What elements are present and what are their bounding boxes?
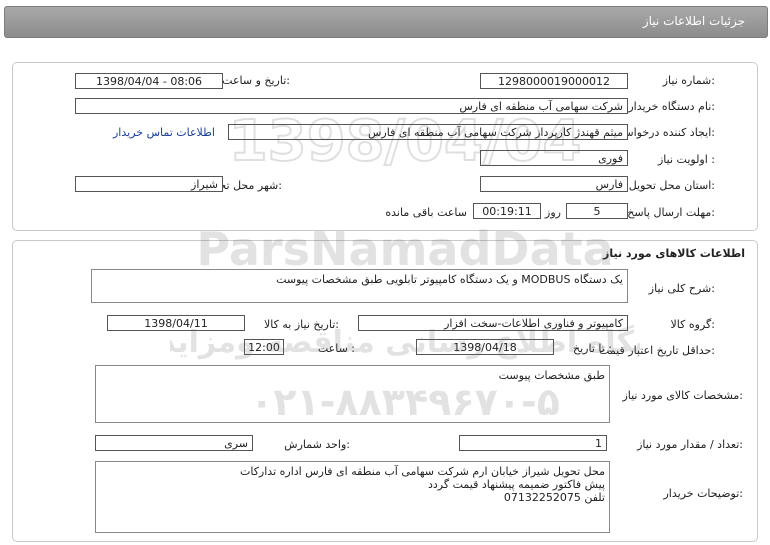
validity-label: حداقل تاریخ اعتبار قیمت: xyxy=(599,344,715,357)
province-field[interactable]: فارس xyxy=(480,176,628,192)
qty-label: تعداد / مقدار مورد نیاز: xyxy=(637,438,743,451)
need-date-field[interactable]: 1398/04/11 xyxy=(107,315,245,331)
group-field[interactable]: کامپیوتر و فناوری اطلاعات-سخت افزار xyxy=(358,315,628,331)
desc-label: توضیحات خریدار: xyxy=(663,487,744,500)
need-number-field[interactable]: 1298000019000012 xyxy=(480,73,628,89)
specs-label: مشخصات کالای مورد نیاز: xyxy=(622,389,743,402)
need-info-panel: شماره نیاز: 1298000019000012 تاریخ و ساع… xyxy=(12,62,758,231)
need-date-label: تاریخ نیاز به کالا: xyxy=(264,318,339,331)
summary-text: یک دستگاه MODBUS و یک دستگاه کامپیوتر تا… xyxy=(276,273,623,286)
specs-field[interactable]: طبق مشخصات پیوست xyxy=(95,365,610,423)
requester-label: ایجاد کننده درخواست: xyxy=(613,126,715,139)
requester-field[interactable]: میثم قهندژ کارپرداز شرکت سهامی آب منطقه … xyxy=(228,124,628,140)
days-field[interactable]: 5 xyxy=(566,203,628,219)
unit-label: واحد شمارش: xyxy=(284,438,350,451)
need-number-label: شماره نیاز: xyxy=(662,74,715,87)
time-remaining-label: ساعت باقی مانده xyxy=(385,206,467,219)
buyer-field[interactable]: شرکت سهامی آب منطقه ای فارس xyxy=(75,98,628,114)
contact-info-link[interactable]: اطلاعات تماس خریدار xyxy=(113,126,215,139)
province-label: استان محل تحویل: xyxy=(628,179,715,192)
goods-panel: اطلاعات کالاهای مورد نیاز شرح کلی نیاز: … xyxy=(12,240,758,542)
time-remaining-field[interactable]: 00:19:11 xyxy=(473,203,541,219)
group-label: گروه کالا: xyxy=(670,318,715,331)
desc-field[interactable]: محل تحویل شیراز خیابان ارم شرکت سهامی آب… xyxy=(95,461,610,533)
until-date-label: تا تاریخ : xyxy=(573,342,612,355)
qty-field[interactable]: 1 xyxy=(459,435,607,451)
desc-line-1: محل تحویل شیراز خیابان ارم شرکت سهامی آب… xyxy=(239,465,605,478)
page-title: جزئیات اطلاعات نیاز xyxy=(642,14,745,28)
unit-field[interactable]: سری xyxy=(95,435,253,451)
desc-line-2: پیش فاکتور ضمیمه پیشنهاد قیمت گردد xyxy=(428,478,605,491)
priority-label: اولویت نیاز : xyxy=(657,153,715,166)
title-bar: جزئیات اطلاعات نیاز xyxy=(4,6,768,38)
announce-field[interactable]: 1398/04/04 - 08:06 xyxy=(75,73,223,89)
goods-section-title: اطلاعات کالاهای مورد نیاز xyxy=(603,247,745,260)
summary-field[interactable]: یک دستگاه MODBUS و یک دستگاه کامپیوتر تا… xyxy=(91,269,628,303)
city-field[interactable]: شیراز xyxy=(75,176,223,192)
priority-field[interactable]: فوری xyxy=(480,150,628,166)
hour-label: ساعت : xyxy=(317,342,355,355)
summary-label: شرح کلی نیاز: xyxy=(648,282,715,295)
until-date-field[interactable]: 1398/04/18 xyxy=(416,339,554,355)
buyer-label: نام دستگاه خریدار: xyxy=(628,100,715,113)
deadline-label: مهلت ارسال پاسخ: xyxy=(627,206,715,219)
specs-text: طبق مشخصات پیوست xyxy=(498,369,605,382)
hour-field[interactable]: 12:00 xyxy=(244,339,284,355)
desc-line-3: تلفن 07132252075 xyxy=(503,491,605,504)
